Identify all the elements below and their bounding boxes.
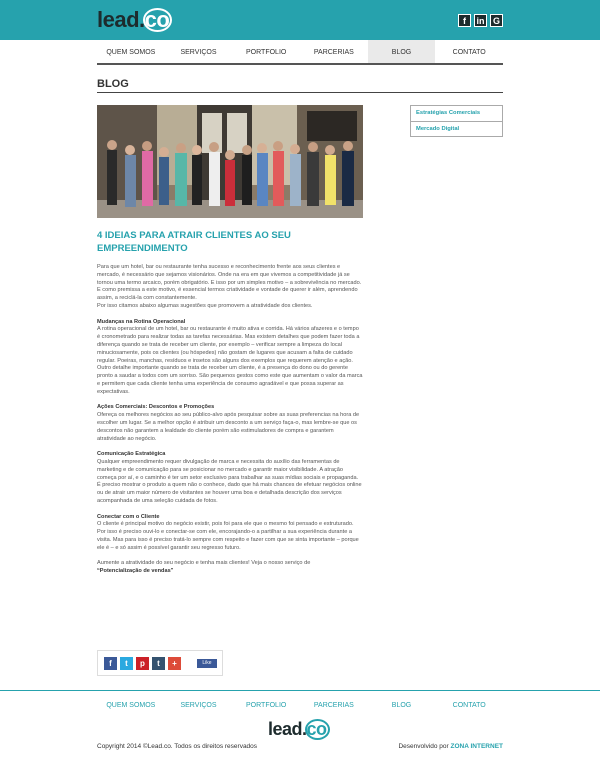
footer-item-contato[interactable]: CONTATO [435, 702, 503, 709]
sidebar-item-mercado-digital[interactable]: Mercado Digital [411, 121, 502, 136]
section-heading: Comunicação Estratégica [97, 451, 166, 458]
title-divider [97, 92, 503, 93]
footer-divider [0, 690, 600, 691]
post-paragraph: Ofereça os melhores negócios ao seu públ… [97, 412, 360, 442]
logo-text: lead [97, 7, 140, 32]
post-title[interactable]: 4 IDEIAS PARA ATRAIR CLIENTES AO SEU EMP… [97, 229, 363, 255]
developer-link[interactable]: ZONA INTERNET [451, 743, 503, 750]
facebook-like-button[interactable]: Like [197, 659, 217, 668]
post-paragraph: Por isso citamos abaixo algumas sugestõe… [97, 302, 313, 309]
nav-item-contato[interactable]: CONTATO [435, 40, 503, 63]
post-paragraph: Para que um hotel, bar ou restaurante te… [97, 264, 362, 302]
developer-credit: Desenvolvido por ZONA INTERNET [398, 743, 503, 750]
post-paragraph: A rotina operacional de um hotel, bar ou… [97, 326, 360, 364]
nav-item-portfolio[interactable]: PORTFOLIO [232, 40, 300, 63]
footer-item-portfolio[interactable]: PORTFOLIO [232, 702, 300, 709]
cta-text: Aumente a atratividade do seu negócio e … [97, 560, 311, 567]
footer-nav: QUEM SOMOS SERVIÇOS PORTFOLIO PARCERIAS … [97, 702, 503, 709]
facebook-share-icon[interactable]: f [104, 657, 117, 670]
nav-item-servicos[interactable]: SERVIÇOS [165, 40, 233, 63]
section-heading: Conectar com o Cliente [97, 513, 160, 520]
post-paragraph: Outro detalhe importante quando se trata… [97, 365, 363, 395]
footer-item-servicos[interactable]: SERVIÇOS [165, 702, 233, 709]
google-icon[interactable]: G [490, 14, 503, 27]
nav-item-parcerias[interactable]: PARCERIAS [300, 40, 368, 63]
footer-item-blog[interactable]: BLOG [368, 702, 436, 709]
post-paragraph: É preciso mostrar o produto a quem não o… [97, 482, 362, 504]
section-heading: Mudanças na Rotina Operacional [97, 318, 186, 325]
logo-co: co [306, 719, 328, 739]
logo-text: lead [268, 719, 303, 739]
twitter-share-icon[interactable]: t [120, 657, 133, 670]
queue-photo-illustration [97, 105, 363, 218]
post-image [97, 105, 363, 218]
facebook-icon[interactable]: f [458, 14, 471, 27]
cta-link[interactable]: “Potencialização de vendas” [97, 568, 363, 576]
post-body: Para que um hotel, bar ou restaurante te… [97, 264, 363, 576]
site-logo[interactable]: lead.co [97, 7, 170, 33]
section-heading: Ações Comerciais: Descontos e Promoções [97, 404, 215, 411]
page-title: BLOG [97, 78, 129, 90]
copyright-text: Copyright 2014 ©Lead.co. Todos os direit… [97, 743, 258, 750]
share-bar: f t p t + Like [97, 650, 223, 676]
developer-prefix: Desenvolvido por [398, 743, 449, 750]
linkedin-icon[interactable]: in [474, 14, 487, 27]
nav-item-quem-somos[interactable]: QUEM SOMOS [97, 40, 165, 63]
logo-co: co [144, 7, 170, 32]
pinterest-share-icon[interactable]: p [136, 657, 149, 670]
footer-item-quem-somos[interactable]: QUEM SOMOS [97, 702, 165, 709]
footer-logo[interactable]: lead.co [268, 719, 327, 740]
category-sidebar: Estratégias Comerciais Mercado Digital [410, 105, 503, 137]
nav-item-blog[interactable]: BLOG [367, 40, 436, 63]
main-nav: QUEM SOMOS SERVIÇOS PORTFOLIO PARCERIAS … [97, 40, 503, 65]
post-paragraph: Qualquer empreendimento requer divulgaçã… [97, 458, 359, 481]
footer-item-parcerias[interactable]: PARCERIAS [300, 702, 368, 709]
site-header: lead.co f in G [0, 0, 600, 40]
tumblr-share-icon[interactable]: t [152, 657, 165, 670]
post-paragraph: O cliente é principal motivo do negócio … [97, 521, 359, 551]
google-plus-share-icon[interactable]: + [168, 657, 181, 670]
sidebar-item-estrategias[interactable]: Estratégias Comerciais [411, 106, 502, 121]
